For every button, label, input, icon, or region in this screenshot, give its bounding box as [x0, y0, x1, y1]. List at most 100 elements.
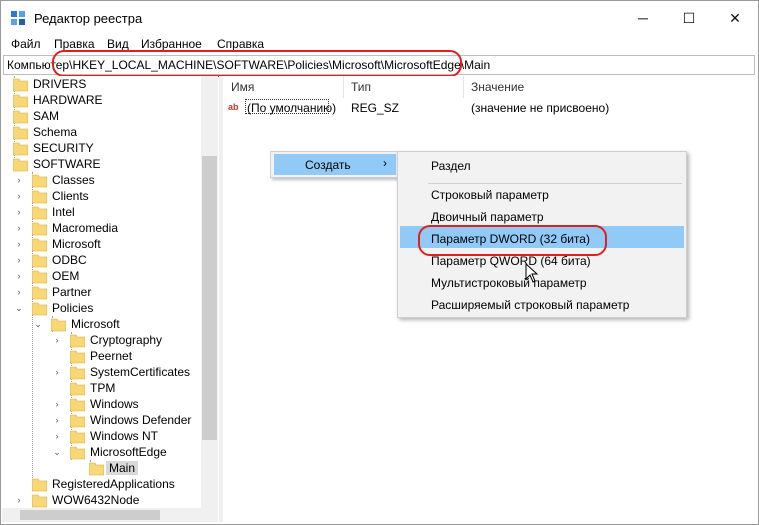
window-title: Редактор реестра	[34, 11, 143, 26]
tree-horizontal-scroll-thumb[interactable]	[20, 510, 160, 520]
folder-icon	[32, 190, 47, 204]
folder-icon	[32, 174, 47, 188]
menu-edit[interactable]: Правка	[54, 37, 95, 51]
chevron-right-icon[interactable]: ›	[14, 220, 24, 236]
menu-help[interactable]: Справка	[217, 37, 264, 51]
chevron-right-icon[interactable]: ›	[14, 236, 24, 252]
minimize-button[interactable]: ─	[620, 1, 666, 35]
chevron-right-icon[interactable]: ›	[14, 492, 24, 508]
submenu-item-expandable-string[interactable]: Расширяемый строковый параметр	[431, 298, 629, 312]
chevron-right-icon[interactable]: ›	[14, 172, 24, 188]
folder-icon	[13, 142, 28, 156]
maximize-button[interactable]: ☐	[666, 1, 712, 35]
submenu-item-binary[interactable]: Двоичный параметр	[431, 210, 544, 224]
chevron-down-icon[interactable]: ⌄	[33, 316, 43, 332]
tree-item-windows-defender[interactable]: › Windows Defender	[2, 412, 202, 428]
submenu-item-string[interactable]: Строковый параметр	[431, 188, 549, 202]
mouse-cursor-icon	[525, 263, 539, 283]
registry-editor-app-icon	[11, 11, 25, 25]
folder-open-icon	[13, 158, 28, 172]
folder-icon	[32, 270, 47, 284]
chevron-right-icon[interactable]: ›	[52, 332, 62, 348]
chevron-down-icon[interactable]: ⌄	[14, 300, 24, 316]
folder-icon	[70, 430, 85, 444]
chevron-right-icon[interactable]: ›	[52, 428, 62, 444]
context-menu: Создать ›	[270, 151, 400, 178]
folder-icon	[13, 94, 28, 108]
tree-item-drivers[interactable]: DRIVERS	[2, 76, 202, 92]
tree-item-systemcertificates[interactable]: › SystemCertificates	[2, 364, 202, 380]
folder-icon	[32, 222, 47, 236]
column-divider[interactable]	[343, 76, 344, 98]
menu-item-create-label: Создать	[305, 158, 351, 172]
tree-item-windows-nt[interactable]: › Windows NT	[2, 428, 202, 444]
chevron-right-icon[interactable]: ›	[52, 396, 62, 412]
column-type[interactable]: Тип	[351, 80, 371, 94]
chevron-right-icon[interactable]: ›	[52, 412, 62, 428]
address-annotation-highlight	[52, 50, 462, 77]
tree-item-peernet[interactable]: Peernet	[2, 348, 202, 364]
chevron-right-icon[interactable]: ›	[14, 204, 24, 220]
folder-open-icon	[32, 302, 47, 316]
folder-icon	[70, 382, 85, 396]
tree-item-schema[interactable]: Schema	[2, 124, 202, 140]
folder-icon	[70, 350, 85, 364]
tree-item-software[interactable]: SOFTWARE	[2, 156, 202, 172]
tree-item-microsoftedge[interactable]: ⌄ MicrosoftEdge	[2, 444, 202, 460]
submenu-item-qword[interactable]: Параметр QWORD (64 бита)	[431, 254, 591, 268]
chevron-right-icon[interactable]: ›	[14, 252, 24, 268]
tree-item-classes[interactable]: › Classes	[2, 172, 202, 188]
column-divider[interactable]	[463, 76, 464, 98]
menu-view[interactable]: Вид	[107, 37, 129, 51]
column-name[interactable]: Имя	[231, 80, 254, 94]
submenu-item-key[interactable]: Раздел	[431, 159, 471, 173]
column-value[interactable]: Значение	[471, 80, 524, 94]
folder-icon	[70, 398, 85, 412]
folder-icon	[32, 286, 47, 300]
title-bar[interactable]: Редактор реестра ─ ☐ ✕	[1, 1, 758, 35]
tree-item-clients[interactable]: › Clients	[2, 188, 202, 204]
close-button[interactable]: ✕	[712, 1, 758, 35]
tree-item-hardware[interactable]: HARDWARE	[2, 92, 202, 108]
tree-item-main[interactable]: Main	[2, 460, 202, 476]
tree-item-partner[interactable]: › Partner	[2, 284, 202, 300]
menu-file[interactable]: Файл	[11, 37, 41, 51]
folder-icon	[70, 334, 85, 348]
registry-tree[interactable]: DRIVERS HARDWARE SAM Schema SECURITY SOF…	[2, 76, 218, 508]
dword-annotation-highlight	[418, 225, 607, 256]
tree-item-main-label: Main	[106, 461, 139, 475]
value-data: (значение не присвоено)	[471, 101, 610, 115]
tree-item-registeredapplications[interactable]: RegisteredApplications	[2, 476, 202, 492]
tree-item-microsoft[interactable]: › Microsoft	[2, 236, 202, 252]
tree-item-wow6432node[interactable]: › WOW6432Node	[2, 492, 202, 508]
tree-vertical-scroll-thumb[interactable]	[202, 156, 217, 440]
submenu-item-multistring[interactable]: Мультистроковый параметр	[431, 276, 587, 290]
folder-icon	[32, 494, 47, 508]
tree-item-tpm[interactable]: TPM	[2, 380, 202, 396]
folder-icon	[70, 414, 85, 428]
string-value-icon: ab	[228, 102, 239, 112]
tree-item-oem[interactable]: › OEM	[2, 268, 202, 284]
value-type: REG_SZ	[351, 101, 400, 115]
tree-item-sam[interactable]: SAM	[2, 108, 202, 124]
folder-icon	[32, 478, 47, 492]
folder-icon	[32, 238, 47, 252]
chevron-right-icon[interactable]: ›	[14, 268, 24, 284]
folder-icon	[13, 126, 28, 140]
folder-icon	[13, 110, 28, 124]
folder-icon	[89, 462, 104, 476]
chevron-right-icon[interactable]: ›	[52, 364, 62, 380]
tree-item-intel[interactable]: › Intel	[2, 204, 202, 220]
tree-item-policies[interactable]: ⌄ Policies	[2, 300, 202, 316]
chevron-right-icon[interactable]: ›	[14, 188, 24, 204]
tree-item-windows[interactable]: › Windows	[2, 396, 202, 412]
tree-item-macromedia[interactable]: › Macromedia	[2, 220, 202, 236]
tree-item-security[interactable]: SECURITY	[2, 140, 202, 156]
chevron-right-icon[interactable]: ›	[14, 284, 24, 300]
tree-item-policies-microsoft[interactable]: ⌄ Microsoft	[2, 316, 202, 332]
tree-item-odbc[interactable]: › ODBC	[2, 252, 202, 268]
folder-open-icon	[51, 318, 66, 332]
tree-item-cryptography[interactable]: › Cryptography	[2, 332, 202, 348]
chevron-down-icon[interactable]: ⌄	[52, 444, 62, 460]
menu-favorites[interactable]: Избранное	[141, 37, 202, 51]
